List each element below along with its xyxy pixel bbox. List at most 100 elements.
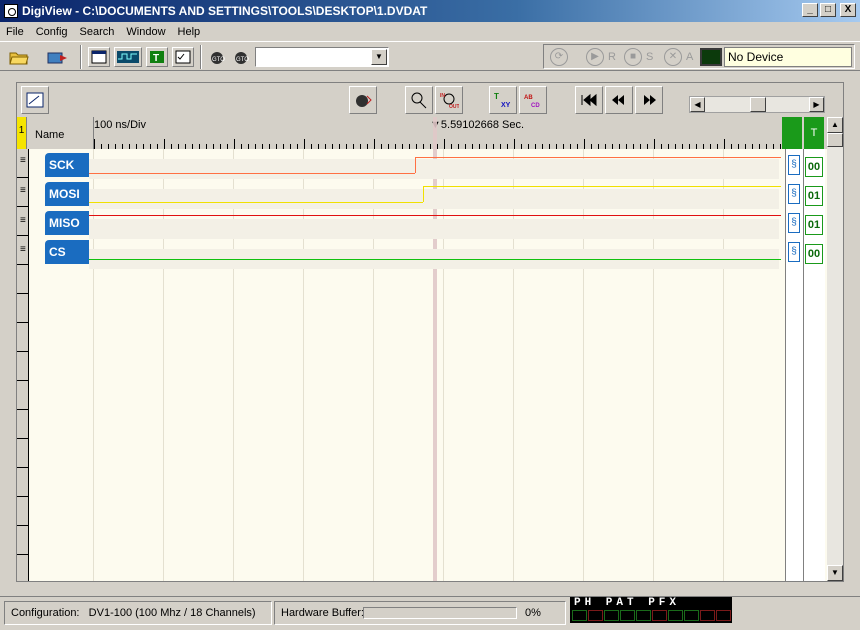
- search-combo[interactable]: ▼: [255, 47, 389, 67]
- signal-color-header: [782, 117, 802, 149]
- channel-label-cs[interactable]: CS: [45, 240, 89, 264]
- text-view-icon[interactable]: T: [146, 47, 168, 67]
- device-status: No Device: [724, 47, 852, 67]
- row-handle-icon[interactable]: ≡: [20, 215, 26, 226]
- vertical-scrollbar[interactable]: ▲ ▼: [827, 117, 843, 581]
- grid-line: [93, 149, 94, 581]
- grid-line: [723, 149, 724, 581]
- row-handle-icon[interactable]: ≡: [20, 155, 26, 166]
- channel-value-mosi: 01: [805, 186, 823, 206]
- time-tick: [724, 139, 725, 149]
- capture-controls: ⟳ ▶ R ■ S ✕ A No Device: [543, 44, 855, 69]
- cursor-time: ▼5.59102668 Sec.: [430, 119, 524, 131]
- menu-window[interactable]: Window: [126, 26, 165, 38]
- grid-line: [373, 149, 374, 581]
- search-in-out-icon[interactable]: IN OUT: [435, 86, 463, 114]
- capture-window: INOUT TXY ABCD ◀ ▶ T X Y A B C D 1: [16, 82, 844, 582]
- goto-cursor-icon[interactable]: [349, 86, 377, 114]
- horizontal-scrollbar[interactable]: ◀ ▶: [689, 96, 825, 113]
- row-gutter: [17, 149, 29, 581]
- zoom-fit-icon[interactable]: [21, 86, 49, 114]
- svg-text:AB: AB: [524, 95, 533, 101]
- time-scale[interactable]: 100 ns/Div ▼5.59102668 Sec.: [93, 117, 783, 149]
- signal-edit-icon[interactable]: §: [788, 242, 800, 262]
- configuration-value: DV1-100 (100 Mhz / 18 Channels): [88, 607, 256, 619]
- time-tick: [164, 139, 165, 149]
- channel-value-cs: 00: [805, 244, 823, 264]
- step-back-icon[interactable]: [605, 86, 633, 114]
- step-forward-icon[interactable]: [635, 86, 663, 114]
- grid-line: [583, 149, 584, 581]
- run-icon[interactable]: ▶: [586, 48, 604, 66]
- status-bar: Configuration: DV1-100 (100 Mhz / 18 Cha…: [0, 596, 860, 630]
- row-number: 1: [17, 117, 27, 149]
- run-label: R: [608, 51, 616, 63]
- waveform-area[interactable]: ≡ ≡ ≡ ≡ SCK MOSI MISO CS § § § § 00 01 0…: [17, 117, 827, 581]
- grid-line: [303, 149, 304, 581]
- scroll-down-icon[interactable]: ▼: [827, 565, 843, 581]
- svg-text:CD: CD: [531, 103, 540, 109]
- scroll-right-icon[interactable]: ▶: [809, 97, 824, 112]
- scroll-up-icon[interactable]: ▲: [827, 117, 843, 133]
- menu-config[interactable]: Config: [36, 26, 68, 38]
- jump-start-icon[interactable]: [575, 86, 603, 114]
- name-column-header: Name: [35, 129, 65, 141]
- row-handle-icon[interactable]: ≡: [20, 244, 26, 255]
- stop-icon[interactable]: ■: [624, 48, 642, 66]
- sck-waveform-low: [89, 173, 415, 174]
- goto-icon[interactable]: GTO: [207, 47, 229, 67]
- time-ticks: [94, 139, 784, 149]
- buffer-label: Hardware Buffer:: [281, 607, 364, 619]
- grid-line: [233, 149, 234, 581]
- miso-waveform: [89, 215, 781, 216]
- signal-edit-icon[interactable]: §: [788, 213, 800, 233]
- menu-file[interactable]: File: [6, 26, 24, 38]
- mosi-waveform-high: [423, 186, 781, 187]
- capture-toolbar: IN OUT T XY AB CD ◀ ▶: [17, 83, 843, 117]
- grid-line: [653, 149, 654, 581]
- row-band: [89, 189, 779, 209]
- refresh-icon[interactable]: ⟳: [550, 48, 568, 66]
- abcd-cursor-icon[interactable]: AB CD: [519, 86, 547, 114]
- svg-text:OUT: OUT: [449, 104, 459, 109]
- window-icon[interactable]: [88, 47, 110, 67]
- channel-label-sck[interactable]: SCK: [45, 153, 89, 177]
- abort-icon[interactable]: ✕: [664, 48, 682, 66]
- maximize-button[interactable]: □: [820, 3, 836, 17]
- channel-value-miso: 01: [805, 215, 823, 235]
- cs-waveform: [89, 259, 781, 260]
- signal-edit-icon[interactable]: §: [788, 184, 800, 204]
- menu-help[interactable]: Help: [178, 26, 201, 38]
- open-folder-icon[interactable]: [8, 47, 30, 67]
- channel-value-sck: 00: [805, 157, 823, 177]
- buffer-percent: 0%: [525, 607, 541, 619]
- xy-cursor-icon[interactable]: T XY: [489, 86, 517, 114]
- channel-label-miso[interactable]: MISO: [45, 211, 89, 235]
- value-column-header: T: [804, 117, 824, 149]
- row-handle-icon[interactable]: ≡: [20, 185, 26, 196]
- goto-next-icon[interactable]: GTO: [231, 47, 253, 67]
- signal-edit-icon[interactable]: §: [788, 155, 800, 175]
- close-button[interactable]: X: [840, 3, 856, 17]
- stop-label: S: [646, 51, 654, 63]
- row-band: [89, 219, 779, 239]
- svg-text:XY: XY: [501, 102, 511, 109]
- checklist-icon[interactable]: [172, 47, 194, 67]
- search-icon[interactable]: [405, 86, 433, 114]
- value-column: [803, 149, 825, 581]
- channel-label-mosi[interactable]: MOSI: [45, 182, 89, 206]
- menu-search[interactable]: Search: [80, 26, 115, 38]
- title-bar: DigiView - C:\DOCUMENTS AND SETTINGS\TOO…: [0, 0, 860, 22]
- time-tick: [514, 139, 515, 149]
- scroll-left-icon[interactable]: ◀: [690, 97, 705, 112]
- horizontal-scroll-thumb[interactable]: [750, 97, 766, 112]
- waveform-view-icon[interactable]: [114, 47, 142, 67]
- save-icon[interactable]: [46, 47, 68, 67]
- abort-label: A: [686, 51, 694, 63]
- chevron-down-icon[interactable]: ▼: [371, 49, 387, 65]
- vertical-scroll-thumb[interactable]: [827, 133, 843, 147]
- minimize-button[interactable]: _: [802, 3, 818, 17]
- mosi-waveform-low: [89, 202, 423, 203]
- mosi-waveform-edge: [423, 186, 424, 202]
- svg-text:T: T: [153, 53, 159, 64]
